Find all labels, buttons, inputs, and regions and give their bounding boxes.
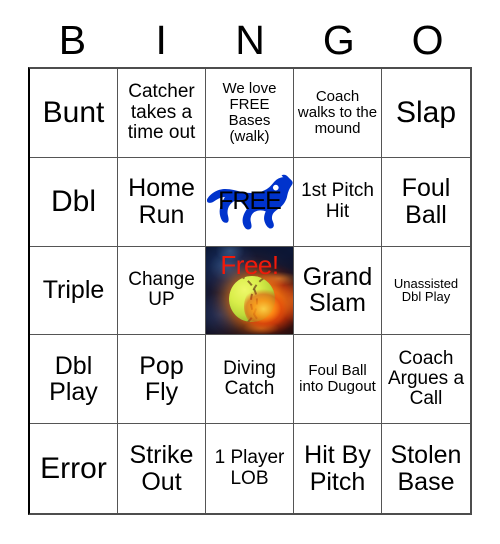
- flaming-softball-image: Free!: [206, 246, 293, 335]
- bingo-header-row: B I N G O: [28, 14, 472, 67]
- bingo-cell-label: Triple: [42, 276, 105, 305]
- bingo-cell-r5c3[interactable]: 1 Player LOB: [206, 424, 294, 513]
- bingo-cell-label: Unassisted Dbl Play: [393, 275, 459, 305]
- bingo-cell-label: Catcher takes a time out: [127, 81, 196, 144]
- mustang-free-space: FREE: [206, 157, 293, 246]
- bingo-cell-r3c3-free-center[interactable]: Free!: [206, 246, 294, 336]
- bingo-cell-r3c4[interactable]: Grand Slam: [294, 246, 382, 336]
- bingo-header-letter-b: B: [58, 17, 87, 63]
- bingo-cell-label: Stolen Base: [390, 440, 462, 496]
- bingo-cell-r4c4[interactable]: Foul Ball into Dugout: [294, 335, 382, 425]
- bingo-cell-label: Foul Ball: [401, 173, 451, 229]
- bingo-cell-r4c2[interactable]: Pop Fly: [118, 335, 206, 425]
- bingo-cell-r5c4[interactable]: Hit By Pitch: [294, 424, 382, 513]
- bingo-cell-r5c5[interactable]: Stolen Base: [382, 424, 470, 513]
- bingo-cell-label: Home Run: [128, 173, 195, 229]
- bingo-header-letter-g: G: [322, 17, 355, 63]
- bingo-cell-r4c1[interactable]: Dbl Play: [30, 335, 118, 425]
- bingo-cell-label: Free!: [220, 249, 279, 280]
- bingo-cell-label: 1 Player LOB: [214, 447, 285, 489]
- bingo-cell-r2c2[interactable]: Home Run: [118, 157, 206, 247]
- bingo-cell-label: Dbl Play: [49, 351, 98, 407]
- bingo-cell-label: Strike Out: [129, 440, 194, 496]
- bingo-cell-r3c5[interactable]: Unassisted Dbl Play: [382, 246, 470, 336]
- bingo-cell-r3c1[interactable]: Triple: [30, 246, 118, 336]
- bingo-grid: Bunt Catcher takes a time out We love FR…: [28, 67, 472, 515]
- bingo-cell-r2c1[interactable]: Dbl: [30, 157, 118, 247]
- bingo-cell-label: Bunt: [42, 95, 105, 129]
- bingo-cell-r1c1[interactable]: Bunt: [30, 69, 118, 158]
- bingo-cell-r5c1[interactable]: Error: [30, 424, 118, 513]
- bingo-cell-r4c5[interactable]: Coach Argues a Call: [382, 335, 470, 425]
- bingo-cell-r4c3[interactable]: Diving Catch: [206, 335, 294, 425]
- bingo-cell-label: Slap: [395, 95, 457, 129]
- bingo-cell-label: We love FREE Bases (walk): [222, 79, 277, 145]
- bingo-header-letter-o: O: [411, 17, 444, 63]
- bingo-header-letter-i: I: [155, 17, 167, 63]
- bingo-cell-label: Diving Catch: [223, 357, 276, 400]
- softball-icon: [229, 276, 275, 323]
- bingo-cell-r5c2[interactable]: Strike Out: [118, 424, 206, 513]
- bingo-cell-r2c5[interactable]: Foul Ball: [382, 157, 470, 247]
- bingo-cell-label: Error: [40, 451, 107, 485]
- bingo-cell-label: 1st Pitch Hit: [301, 180, 374, 222]
- bingo-cell-r2c3-free-mustang[interactable]: FREE: [206, 157, 294, 247]
- bingo-header-letter-n: N: [235, 17, 265, 63]
- bingo-card: B I N G O Bunt Catcher takes a time out …: [0, 0, 500, 544]
- bingo-cell-label: Coach Argues a Call: [387, 347, 465, 410]
- bingo-cell-r1c4[interactable]: Coach walks to the mound: [294, 69, 382, 158]
- bingo-cell-label: FREE: [218, 187, 282, 216]
- bingo-cell-label: Dbl: [50, 184, 96, 218]
- bingo-cell-label: Hit By Pitch: [304, 440, 371, 496]
- bingo-cell-r1c2[interactable]: Catcher takes a time out: [118, 69, 206, 158]
- bingo-cell-r3c2[interactable]: Change UP: [118, 246, 206, 336]
- bingo-cell-r1c3[interactable]: We love FREE Bases (walk): [206, 69, 294, 158]
- bingo-cell-label: Foul Ball into Dugout: [299, 362, 376, 396]
- bingo-cell-r1c5[interactable]: Slap: [382, 69, 470, 158]
- bingo-cell-label: Pop Fly: [139, 351, 184, 407]
- bingo-cell-label: Change UP: [128, 269, 195, 311]
- bingo-cell-label: Coach walks to the mound: [297, 87, 378, 137]
- bingo-cell-label: Grand Slam: [302, 262, 373, 318]
- bingo-cell-r2c4[interactable]: 1st Pitch Hit: [294, 157, 382, 247]
